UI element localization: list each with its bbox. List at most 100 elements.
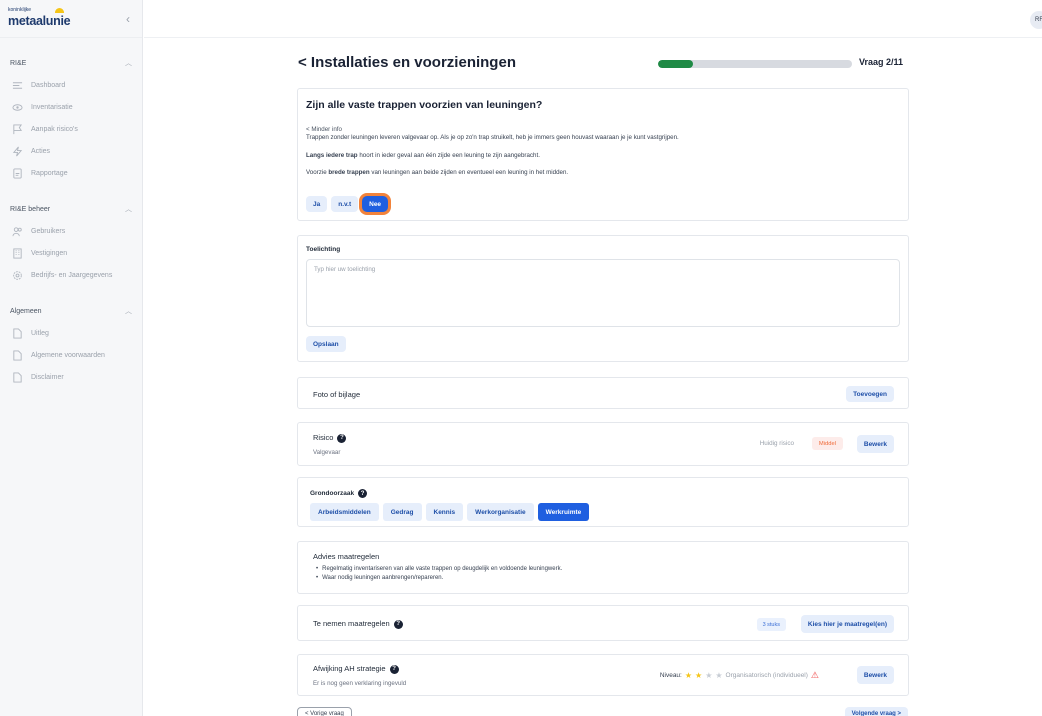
toelichting-textarea[interactable]: Typ hier uw toelichting — [306, 259, 900, 327]
add-attachment-button[interactable]: Toevoegen — [846, 386, 894, 402]
sidebar-section-rie: RI&E ︿ Dashboard Inventarisatie Aanpak r… — [0, 58, 142, 184]
toelichting-label: Toelichting — [306, 246, 341, 253]
help-icon[interactable]: ? — [337, 433, 347, 443]
answer-nee-button[interactable]: Nee — [362, 196, 389, 212]
photo-label: Foto of bijlage — [313, 390, 361, 399]
brand-logo[interactable]: koninklijke metaalunie — [8, 8, 71, 29]
choose-measures-button[interactable]: Kies hier je maatregel(en) — [800, 615, 894, 633]
question-info-line-1: Trappen zonder leuningen leveren valgeva… — [306, 134, 679, 141]
save-button[interactable]: Opslaan — [306, 336, 346, 352]
sidebar-item-label: Gebruikers — [31, 227, 66, 235]
cause-kennis-button[interactable]: Kennis — [425, 503, 464, 521]
niveau-rating: Niveau: ★ ★ ★ ★ Organisatorisch (individ… — [660, 670, 819, 681]
advice-item: Regelmatig inventariseren van alle vaste… — [316, 566, 562, 572]
sidebar-item-gebruikers[interactable]: Gebruikers — [10, 220, 132, 242]
sidebar-section-algemeen: Algemeen ︿ Uitleg Algemene voorwaarden D… — [0, 306, 142, 388]
help-icon[interactable]: ? — [393, 619, 403, 629]
chevron-up-icon: ︿ — [125, 60, 132, 67]
progress-fill — [658, 60, 693, 68]
sidebar-item-label: Algemene voorwaarden — [31, 351, 105, 359]
help-icon[interactable]: ? — [358, 489, 368, 498]
collapse-sidebar-icon[interactable]: ‹ — [126, 12, 130, 26]
sidebar-section-header[interactable]: RI&E beheer ︿ — [10, 204, 132, 214]
root-cause-label: Grondoorzaak? — [310, 489, 368, 498]
sidebar-item-label: Vestigingen — [31, 249, 68, 257]
sidebar-item-vestigingen[interactable]: Vestigingen — [10, 242, 132, 264]
cause-gedrag-button[interactable]: Gedrag — [382, 503, 422, 521]
question-title: Zijn alle vaste trappen voorzien van leu… — [306, 99, 543, 111]
eye-icon — [12, 103, 23, 111]
chevron-up-icon: ︿ — [125, 206, 132, 213]
sidebar-item-dashboard[interactable]: Dashboard — [10, 74, 132, 96]
answer-nvt-button[interactable]: n.v.t — [331, 196, 359, 212]
star-icon: ★ — [695, 671, 703, 680]
edit-risk-button[interactable]: Bewerk — [856, 435, 894, 453]
star-icon: ★ — [705, 671, 713, 680]
users-icon — [12, 226, 22, 236]
sidebar-item-aanpak-risicos[interactable]: Aanpak risico's — [10, 118, 132, 140]
sidebar-item-acties[interactable]: Acties — [10, 140, 132, 162]
sidebar-section-title: Algemeen — [10, 307, 42, 315]
info-text: hoort in ieder geval aan één zijde een l… — [357, 152, 540, 159]
question-info-line-2: Langs iedere trap hoort in ieder geval a… — [306, 152, 540, 159]
logo-main-text: metaalunie — [8, 14, 71, 28]
measures-count-badge: 3 stuks — [756, 618, 786, 631]
previous-question-button[interactable]: < Vorige vraag — [297, 707, 352, 716]
warning-icon: ⚠ — [810, 670, 819, 680]
answer-options: Ja n.v.t Nee — [306, 196, 389, 212]
sidebar-item-algemene-voorwaarden[interactable]: Algemene voorwaarden — [10, 344, 132, 366]
cause-werkruimte-button[interactable]: Werkruimte — [537, 503, 590, 521]
sidebar-item-label: Uitleg — [31, 329, 49, 337]
measures-card: Te nemen maatregelen? 3 stuks Kies hier … — [297, 605, 909, 641]
sidebar-item-label: Rapportage — [31, 169, 68, 177]
sidebar-item-label: Bedrijfs- en Jaargegevens — [31, 271, 113, 279]
info-bold: brede trappen — [328, 169, 370, 176]
less-info-toggle[interactable]: < Minder info — [306, 126, 342, 133]
progress-bar — [658, 60, 852, 68]
logo-sun-icon — [55, 8, 64, 13]
root-cause-options: Arbeidsmiddelen Gedrag Kennis Werkorgani… — [310, 503, 590, 521]
cause-werkorganisatie-button[interactable]: Werkorganisatie — [467, 503, 534, 521]
help-icon[interactable]: ? — [389, 664, 399, 674]
sidebar-item-disclaimer[interactable]: Disclaimer — [10, 366, 132, 388]
sidebar-item-bedrijfsgegevens[interactable]: Bedrijfs- en Jaargegevens — [10, 264, 132, 286]
risk-card: Risico? Valgevaar Huidig risico Middel B… — [297, 422, 909, 466]
question-header: < Installaties en voorzieningen Vraag 2/… — [298, 54, 909, 74]
photo-card: Foto of bijlage Toevoegen — [297, 377, 909, 409]
deviation-label-text: Afwijking AH strategie — [313, 664, 386, 673]
question-card: Zijn alle vaste trappen voorzien van leu… — [297, 88, 909, 221]
deviation-card: Afwijking AH strategie? Er is nog geen v… — [297, 654, 909, 696]
niveau-label: Niveau: — [659, 672, 682, 679]
flag-icon — [13, 123, 23, 134]
risk-level-badge: Middel — [811, 437, 843, 450]
sidebar-section-header[interactable]: RI&E ︿ — [10, 58, 132, 68]
chevron-up-icon: ︿ — [125, 308, 132, 315]
deviation-sub: Er is nog geen verklaring ingevuld — [313, 680, 407, 687]
measures-label: Te nemen maatregelen? — [313, 619, 403, 629]
app-root: koninklijke metaalunie ‹ RI&E ︿ Dashboar… — [0, 0, 1042, 716]
sidebar-header: koninklijke metaalunie ‹ — [0, 0, 142, 38]
top-bar: RF — [144, 0, 1042, 38]
risk-label-text: Risico — [313, 433, 334, 442]
progress-label: Vraag 2/11 — [858, 57, 903, 67]
answer-ja-button[interactable]: Ja — [306, 196, 328, 212]
edit-deviation-button[interactable]: Bewerk — [856, 666, 894, 684]
main-content: < Installaties en voorzieningen Vraag 2/… — [144, 38, 1042, 716]
sidebar-item-label: Disclaimer — [31, 373, 64, 381]
sidebar-section-header[interactable]: Algemeen ︿ — [10, 306, 132, 316]
sidebar-item-inventarisatie[interactable]: Inventarisatie — [10, 96, 132, 118]
page-title[interactable]: < Installaties en voorzieningen — [298, 54, 516, 71]
measures-label-text: Te nemen maatregelen — [313, 619, 390, 628]
sidebar: koninklijke metaalunie ‹ RI&E ︿ Dashboar… — [0, 0, 143, 716]
risk-label: Risico? — [313, 433, 347, 443]
sidebar-item-uitleg[interactable]: Uitleg — [10, 322, 132, 344]
sidebar-item-label: Inventarisatie — [31, 103, 73, 111]
avatar[interactable]: RF — [1030, 11, 1042, 29]
question-info-line-3: Voorzie brede trappen van leuningen aan … — [306, 169, 568, 176]
sidebar-item-rapportage[interactable]: Rapportage — [10, 162, 132, 184]
star-icon: ★ — [715, 671, 723, 680]
bolt-icon — [12, 146, 23, 156]
next-question-button[interactable]: Volgende vraag > — [844, 707, 908, 716]
sidebar-section-title: RI&E — [10, 59, 27, 67]
cause-arbeidsmiddelen-button[interactable]: Arbeidsmiddelen — [310, 503, 379, 521]
